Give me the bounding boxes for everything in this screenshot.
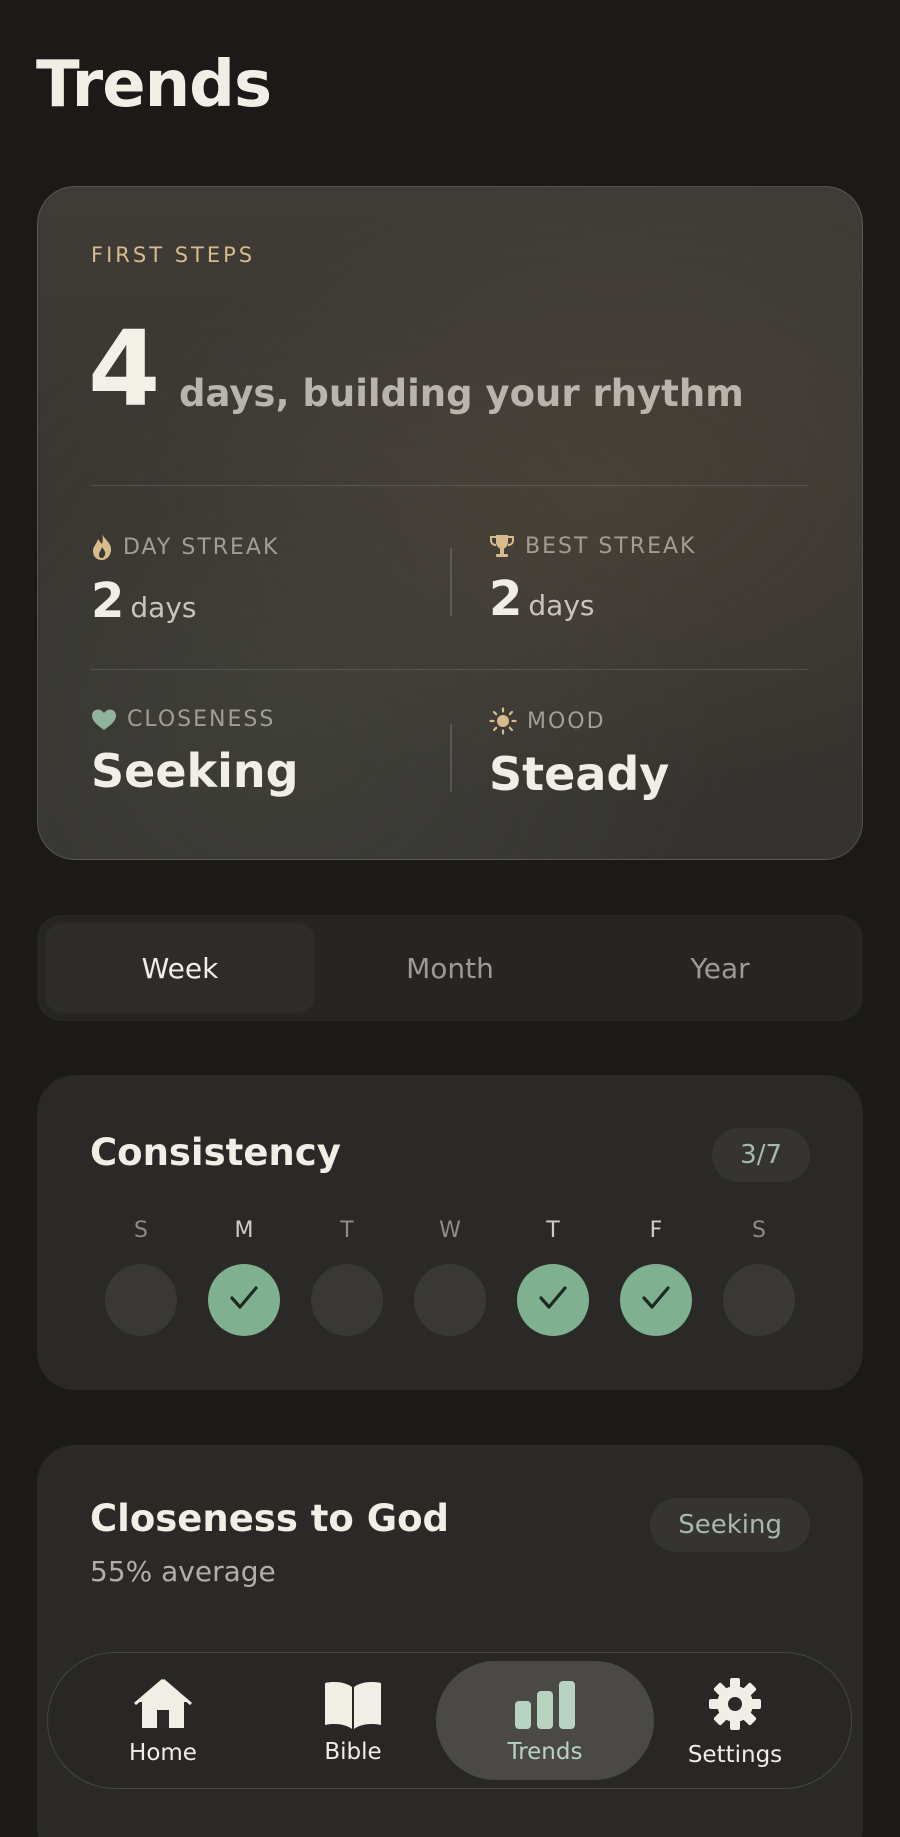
vertical-divider [450,724,452,792]
tab-home-label: Home [129,1739,197,1766]
day-streak-label: DAY STREAK [123,534,280,560]
day-empty-indicator [723,1264,795,1336]
tab-settings[interactable]: Settings [640,1653,830,1790]
weekday-label: T [340,1218,354,1243]
closeness-stat: CLOSENESS Seeking [91,707,299,794]
day-streak-unit: days [130,591,197,624]
day-streak-value: 2 [91,573,125,629]
flame-icon [91,533,113,561]
home-icon [133,1678,193,1736]
trophy-icon [489,533,515,559]
best-streak-value: 2 [489,571,523,627]
mood-stat: MOOD Steady [489,707,669,797]
day-completed-indicator [517,1264,589,1336]
best-streak-label: BEST STREAK [525,533,697,559]
best-streak-unit: days [528,589,595,622]
hero-count: 4 [88,308,161,430]
closeness-subtitle: 55% average [90,1555,276,1588]
tab-home[interactable]: Home [68,1653,258,1790]
mood-label: MOOD [527,708,606,734]
day-completed-indicator [620,1264,692,1336]
weekday-column: F [620,1218,692,1336]
day-empty-indicator [311,1264,383,1336]
consistency-badge: 3/7 [712,1128,810,1182]
day-streak-stat: DAY STREAK 2 days [91,533,279,625]
weekday-column: T [517,1218,589,1336]
bottom-tab-bar-items: Home Bible Trends Settings [47,1652,852,1789]
weekday-label: S [134,1218,148,1243]
best-streak-stat: BEST STREAK 2 days [489,533,697,624]
tab-trends-label: Trends [507,1738,583,1765]
consistency-card: Consistency 3/7 S M T W T F S [37,1075,863,1390]
heart-icon [91,708,117,732]
closeness-badge: Seeking [650,1498,810,1552]
divider [91,485,809,486]
range-month-tab[interactable]: Month [315,923,585,1013]
closeness-label: CLOSENESS [127,707,276,732]
weekday-label: S [752,1218,766,1243]
closeness-title: Closeness to God [90,1497,449,1540]
sun-icon [489,707,517,735]
bar-chart-icon [513,1679,577,1735]
hero-count-text: days, building your rhythm [179,372,744,415]
weekday-column: M [208,1218,280,1336]
weekday-label: T [546,1218,560,1243]
mood-value: Steady [489,747,670,801]
weekday-column: S [723,1218,795,1336]
weekday-label: W [439,1218,461,1243]
day-empty-indicator [414,1264,486,1336]
range-week-tab[interactable]: Week [45,923,315,1013]
weekday-label: F [649,1218,663,1243]
gear-icon [707,1676,763,1738]
hero-eyebrow: FIRST STEPS [91,243,256,267]
day-completed-indicator [208,1264,280,1336]
closeness-value: Seeking [91,744,299,798]
vertical-divider [450,548,452,616]
range-selector: Week Month Year [37,915,863,1021]
weekday-label: M [234,1218,254,1243]
check-icon [641,1285,671,1315]
book-icon [323,1679,383,1735]
weekday-row: SMTWTFS [105,1218,795,1336]
tab-bible-label: Bible [324,1738,382,1765]
tab-bible[interactable]: Bible [258,1653,448,1790]
consistency-title: Consistency [90,1131,341,1174]
weekday-column: T [311,1218,383,1336]
weekday-column: S [105,1218,177,1336]
day-empty-indicator [105,1264,177,1336]
weekday-column: W [414,1218,486,1336]
divider [91,669,809,670]
range-year-tab[interactable]: Year [585,923,855,1013]
progress-hero-card: FIRST STEPS 4 days, building your rhythm… [37,186,863,860]
check-icon [538,1285,568,1315]
page-title: Trends [36,48,272,122]
check-icon [229,1285,259,1315]
tab-settings-label: Settings [687,1741,783,1768]
tab-trends[interactable]: Trends [450,1653,640,1790]
